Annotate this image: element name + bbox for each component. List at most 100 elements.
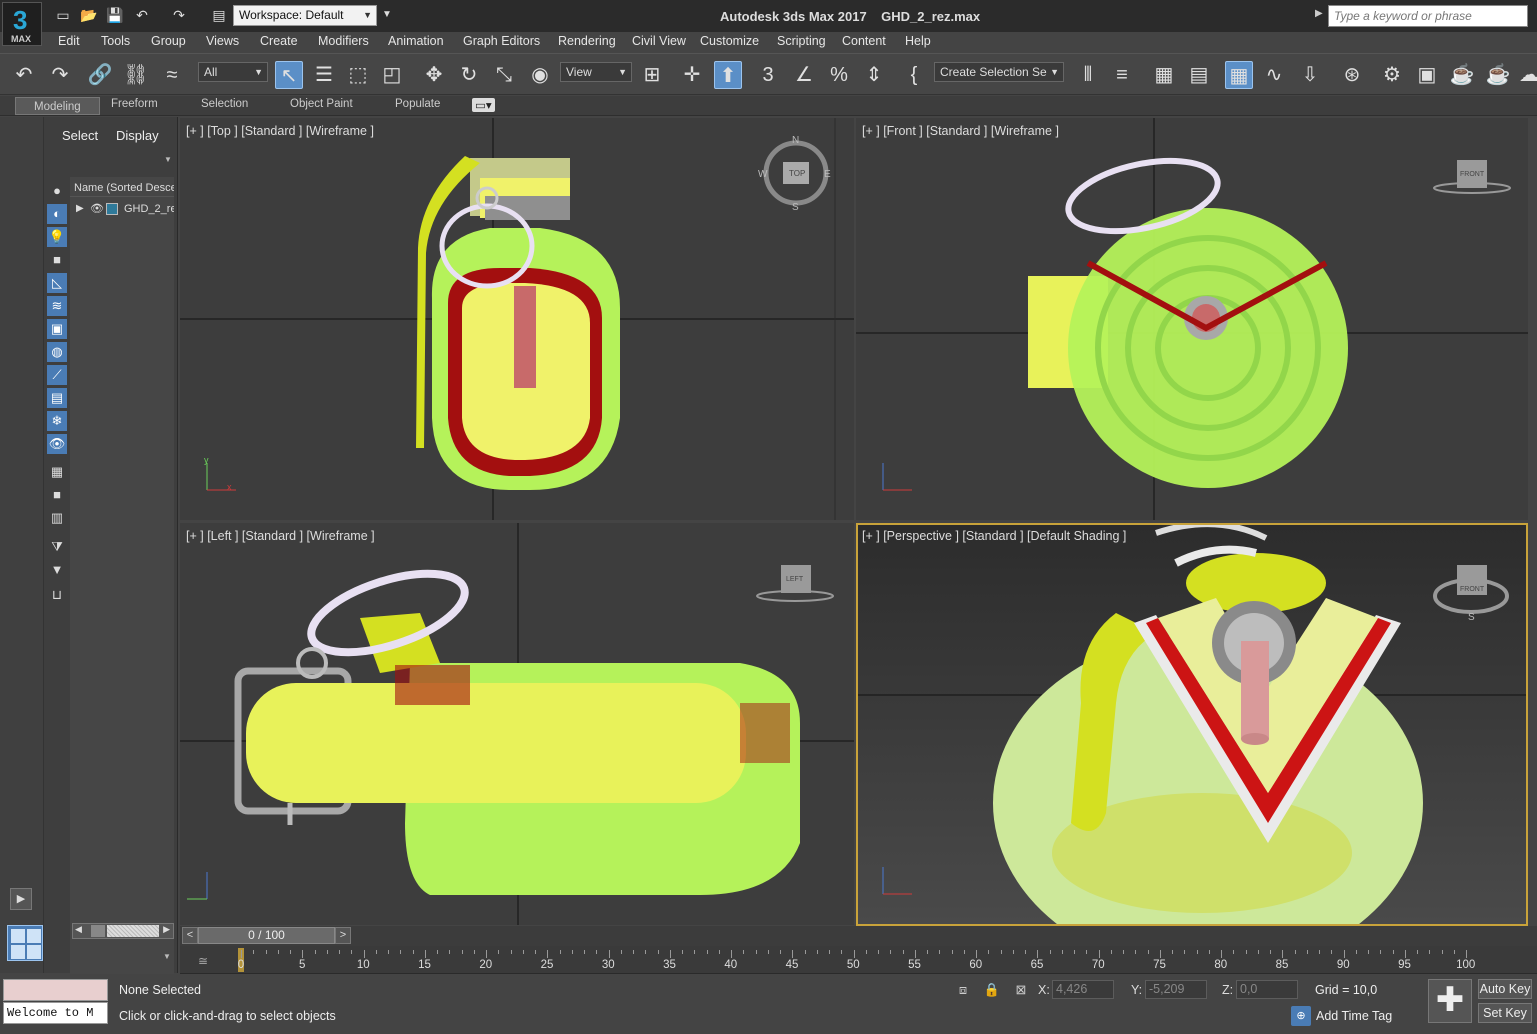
menu-civil-view[interactable]: Civil View [632,34,686,48]
tab-selection[interactable]: Selection [201,98,248,110]
viewport-label-front[interactable]: [+ ] [Front ] [Standard ] [Wireframe ] [862,124,1059,138]
menu-customize[interactable]: Customize [700,34,759,48]
menu-tools[interactable]: Tools [101,34,130,48]
track-bar[interactable]: ≅ 0 5 10 15 20 25 30 35 40 45 50 55 60 65 70 75 80 85 90 95… [180,946,1537,974]
time-slider[interactable]: < 0 / 100 > [180,926,1537,946]
explorer-scrollbar[interactable]: ◀ ▶ [72,923,174,939]
display-all-icon[interactable]: ● [47,181,67,201]
undo-icon[interactable]: ↶ [133,6,151,24]
menu-animation[interactable]: Animation [388,34,444,48]
layer-explorer-icon[interactable]: ▤ [1185,61,1213,89]
visibility-eye-icon[interactable]: 👁 [90,202,104,215]
spinner-snap-icon[interactable]: ⇕ [860,61,888,89]
menu-content[interactable]: Content [842,34,886,48]
maxscript-listener-output[interactable] [3,979,108,1001]
viewport-top[interactable]: [+ ] [Top ] [Standard ] [Wireframe ] TOP [180,118,854,520]
previous-frame-button[interactable]: < [182,927,198,944]
display-influences-icon[interactable]: ▥ [47,508,67,528]
angle-snap-icon[interactable]: ∠ [790,61,818,89]
display-bones-icon[interactable]: ⟋ [47,365,67,385]
curve-editor-icon[interactable]: ∿ [1260,61,1288,89]
display-helpers-icon[interactable]: ◺ [47,273,67,293]
display-groups-icon[interactable]: ▣ [47,319,67,339]
scroll-thumb[interactable] [91,925,105,937]
y-coord-field[interactable]: -5,209 [1145,980,1207,999]
explorer-tab-select[interactable]: Select [62,128,98,143]
ribbon-options-icon[interactable]: ▭▾ [472,98,495,112]
menu-create[interactable]: Create [260,34,298,48]
viewport-layout-icon[interactable] [7,925,43,961]
reference-coordinate-dropdown[interactable]: View ▼ [560,62,632,82]
add-time-tag-button[interactable]: Add Time Tag [1316,1009,1392,1023]
explorer-tab-display[interactable]: Display [116,128,159,143]
schematic-view-icon[interactable]: ⇩ [1296,61,1324,89]
find-icon[interactable]: ⊔ [47,585,67,605]
display-children-icon[interactable]: ■ [47,485,67,505]
viewport-left[interactable]: [+ ] [Left ] [Standard ] [Wireframe ] LE… [180,523,854,925]
bind-space-warp-icon[interactable]: ≈ [158,61,186,89]
isolate-selection-icon[interactable]: ⧈ [954,981,972,999]
named-selection-set-dropdown[interactable]: Create Selection Se ▼ [934,62,1064,82]
chevron-down-icon[interactable]: ▼ [163,952,171,961]
viewport-perspective[interactable]: [+ ] [Perspective ] [Standard ] [Default… [856,523,1528,926]
set-key-plus-icon[interactable]: ✚ [1428,979,1472,1023]
customize-quick-access-icon[interactable]: ▼ [378,6,396,24]
scroll-left-icon[interactable]: ◀ [75,924,82,935]
app-logo-button[interactable]: 3 MAX [2,2,42,46]
render-iterative-icon[interactable]: ☕ [1484,61,1512,89]
search-expand-icon[interactable]: ▶ [1315,8,1323,19]
viewcube-top[interactable]: TOP N S E W [758,135,831,213]
material-editor-icon[interactable]: ⊛ [1338,61,1366,89]
menu-views[interactable]: Views [206,34,239,48]
pivot-center-icon[interactable]: ⊞ [638,61,666,89]
menu-rendering[interactable]: Rendering [558,34,616,48]
select-object-icon[interactable]: ↖ [275,61,303,89]
unlink-icon[interactable]: ⛓ [122,61,150,89]
link-icon[interactable]: 🔗 [86,61,114,89]
viewport-label-top[interactable]: [+ ] [Top ] [Standard ] [Wireframe ] [186,124,374,138]
search-input[interactable]: Type a keyword or phrase [1328,5,1528,27]
next-frame-button[interactable]: > [335,927,351,944]
expand-panel-icon[interactable]: ▶ [10,888,32,910]
scroll-right-icon[interactable]: ▶ [163,924,170,935]
auto-key-button[interactable]: Auto Key [1478,979,1532,999]
open-file-icon[interactable]: 📂 [80,6,98,24]
mini-curve-editor-icon[interactable]: ≅ [198,954,208,968]
menu-help[interactable]: Help [905,34,931,48]
keyboard-shortcut-override-icon[interactable]: ⬆ [714,61,742,89]
render-cloud-icon[interactable]: ☁ [1515,61,1537,89]
set-key-button[interactable]: Set Key [1478,1003,1532,1023]
display-frozen-icon[interactable]: ▦ [47,462,67,482]
undo-icon[interactable]: ↶ [10,61,38,89]
rectangular-selection-icon[interactable]: ⬚ [344,61,372,89]
scale-icon[interactable]: ⤡ [490,61,518,89]
display-spacewarps-icon[interactable]: ≋ [47,296,67,316]
viewcube-front[interactable]: FRONT [1433,160,1511,194]
viewport-label-left[interactable]: [+ ] [Left ] [Standard ] [Wireframe ] [186,529,375,543]
column-header-name[interactable]: Name (Sorted Descending) [70,179,174,197]
move-icon[interactable]: ✥ [420,61,448,89]
time-slider-thumb[interactable]: 0 / 100 [198,927,335,944]
tab-freeform[interactable]: Freeform [111,98,158,110]
display-geometry-icon[interactable]: ◐ [47,204,67,224]
tab-object-paint[interactable]: Object Paint [290,98,353,110]
project-folder-icon[interactable]: ▤ [210,6,228,24]
menu-graph-editors[interactable]: Graph Editors [463,34,540,48]
display-xrefs-icon[interactable]: ◍ [47,342,67,362]
snaps-toggle-icon[interactable]: 3 [754,61,782,89]
tab-modeling[interactable]: Modeling [15,97,100,115]
ribbon-toggle-icon[interactable]: ▦ [1225,61,1253,89]
render-setup-icon[interactable]: ⚙ [1378,61,1406,89]
viewport-label-perspective[interactable]: [+ ] [Perspective ] [Standard ] [Default… [862,529,1126,543]
display-hidden-icon[interactable]: 👁 [47,434,67,454]
redo-icon[interactable]: ↷ [46,61,74,89]
selection-lock-icon[interactable]: 🔒 [983,981,1001,999]
render-production-icon[interactable]: ☕ [1448,61,1476,89]
filter-settings-icon[interactable]: ⧩ [47,537,67,557]
display-containers-icon[interactable]: ▤ [47,388,67,408]
viewport-front[interactable]: [+ ] [Front ] [Standard ] [Wireframe ] F… [856,118,1528,520]
edit-named-selection-icon[interactable]: { [900,61,928,89]
x-coord-field[interactable]: 4,426 [1052,980,1114,999]
select-manipulate-icon[interactable]: ✛ [678,61,706,89]
redo-icon[interactable]: ↷ [170,6,188,24]
